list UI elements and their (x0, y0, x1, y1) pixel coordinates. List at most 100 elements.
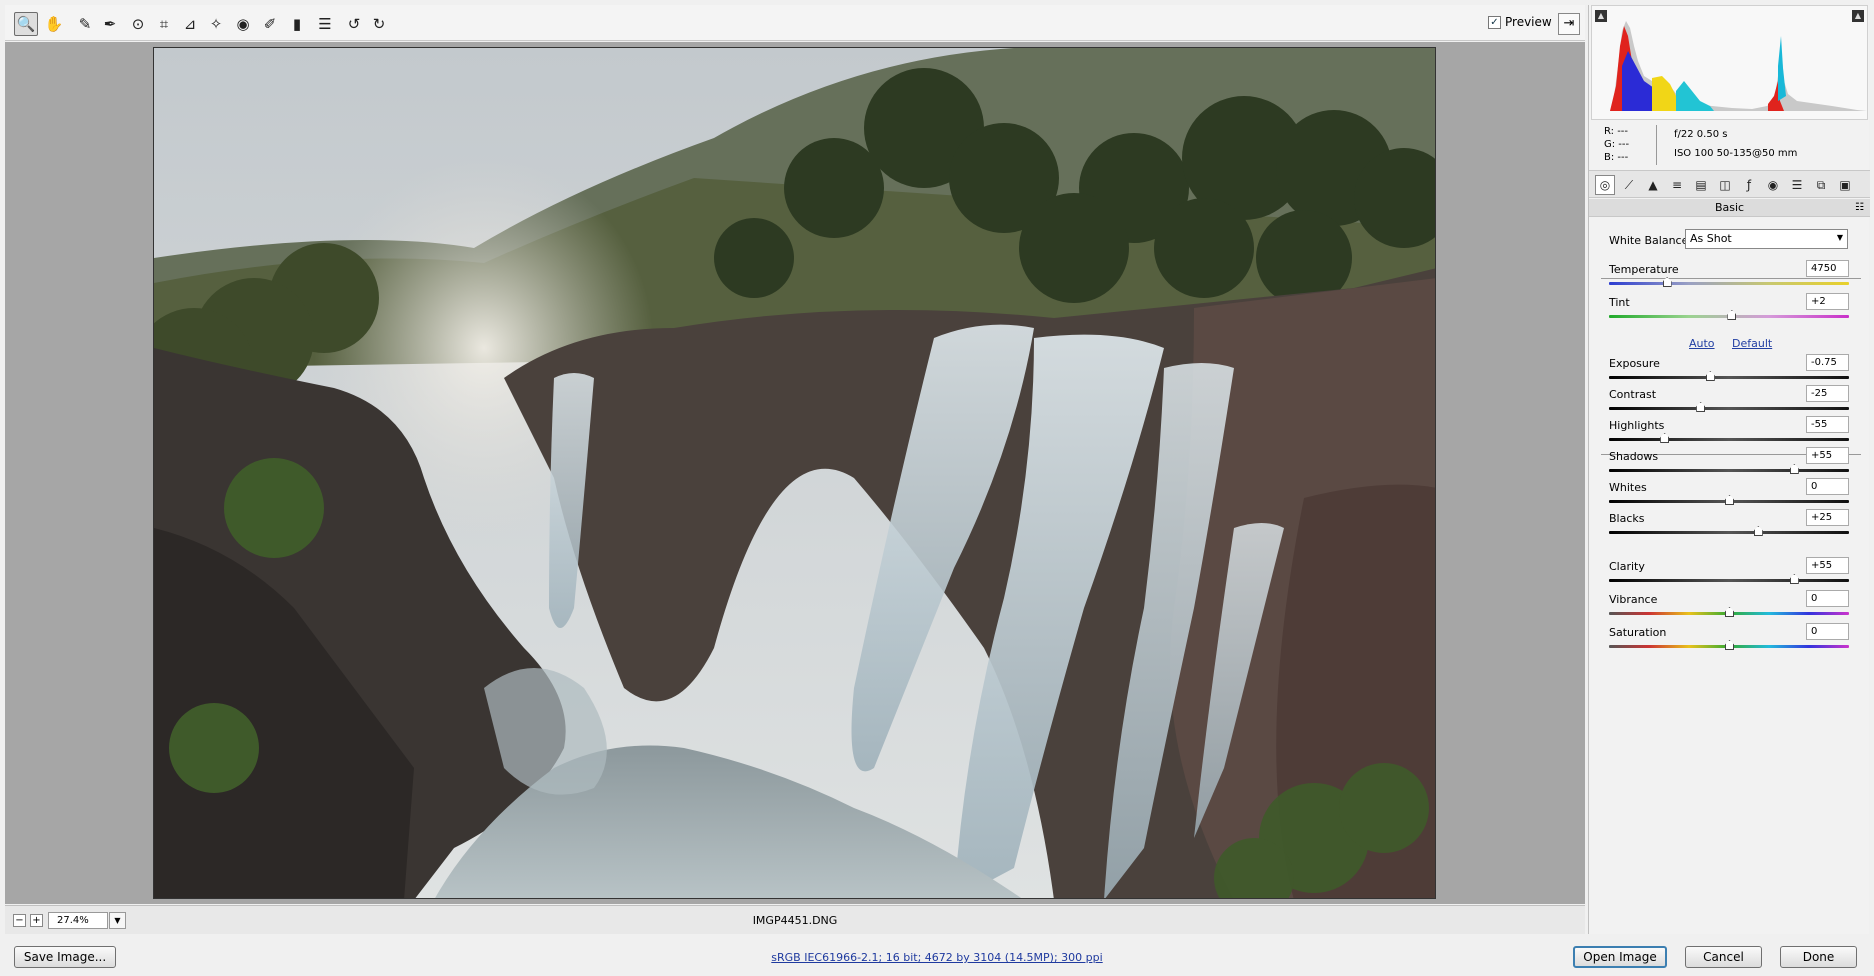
panel-menu-icon[interactable]: ☷ (1855, 199, 1864, 217)
effects-tab[interactable]: ƒ (1739, 175, 1759, 195)
presets-tab[interactable]: ☰ (1787, 175, 1807, 195)
contrast-value-field[interactable]: -25 (1806, 385, 1849, 402)
whites-thumb[interactable] (1725, 495, 1734, 505)
highlight-clipping-warning-icon[interactable]: ▲ (1852, 10, 1864, 22)
tint-thumb[interactable] (1727, 310, 1737, 320)
temperature-thumb[interactable] (1662, 277, 1672, 287)
vibrance-label: Vibrance (1609, 593, 1658, 606)
lens-corrections-tab[interactable]: ◫ (1715, 175, 1735, 195)
detail-tab[interactable]: ▲ (1643, 175, 1663, 195)
crop-tool[interactable]: ⌗ (152, 12, 176, 36)
open-image-button[interactable]: Open Image (1573, 946, 1667, 968)
blacks-slider[interactable]: Blacks +25 (1609, 509, 1849, 544)
image-canvas[interactable] (5, 42, 1585, 904)
basic-tab[interactable]: ◎ (1595, 175, 1615, 195)
white-balance-icon: ✎ (78, 15, 92, 33)
adjustment-brush-tool[interactable]: ✐ (258, 12, 282, 36)
done-button[interactable]: Done (1780, 946, 1857, 968)
clarity-value-field[interactable]: +55 (1806, 557, 1849, 574)
preview-toggle[interactable]: ✓ Preview (1488, 15, 1552, 29)
graduated-filter-icon: ▮ (292, 15, 302, 33)
highlights-track[interactable] (1609, 438, 1849, 441)
saturation-thumb[interactable] (1725, 640, 1734, 650)
section-title-label: Basic (1714, 201, 1745, 214)
color-sampler-icon: ✒ (103, 15, 117, 33)
panel-tabs: ◎ ⟋ ▲ ≡ ▤ ◫ ƒ ◉ ☰ ⧉ ▣ (1589, 170, 1870, 198)
default-link[interactable]: Default (1732, 337, 1772, 350)
hand-tool[interactable]: ✋ (42, 12, 66, 36)
adjustment-brush-icon: ✐ (263, 15, 277, 33)
rotate-right-icon: ↻ (372, 15, 386, 33)
readout-divider (1656, 125, 1657, 165)
shadow-clipping-warning-icon[interactable]: ▲ (1595, 10, 1607, 22)
zoom-icon: 🔍 (16, 15, 36, 33)
contrast-thumb[interactable] (1696, 402, 1706, 412)
temperature-value-field[interactable]: 4750 (1806, 260, 1849, 277)
white-balance-value: As Shot (1690, 232, 1732, 245)
tint-value-field[interactable]: +2 (1806, 293, 1849, 310)
rotate-right-tool[interactable]: ↻ (367, 12, 391, 36)
rotate-left-icon: ↺ (347, 15, 361, 33)
white-balance-tool[interactable]: ✎ (73, 12, 97, 36)
preferences-tool[interactable]: ☰ (313, 12, 337, 36)
red-readout: R: --- (1604, 126, 1629, 137)
straighten-icon: ⊿ (183, 15, 197, 33)
settings-tab[interactable]: ▣ (1835, 175, 1855, 195)
contrast-track[interactable] (1609, 407, 1849, 410)
snapshots-tab[interactable]: ⧉ (1811, 175, 1831, 195)
section-title: Basic ☷ (1589, 199, 1870, 217)
histogram: ▲ ▲ (1591, 5, 1868, 120)
vibrance-thumb[interactable] (1725, 607, 1734, 617)
temperature-slider[interactable]: Temperature 4750 (1609, 260, 1849, 295)
blacks-value-field[interactable]: +25 (1806, 509, 1849, 526)
fullscreen-mode-button[interactable]: ⇥ (1558, 13, 1580, 35)
exposure-value-field[interactable]: -0.75 (1806, 354, 1849, 371)
blacks-track[interactable] (1609, 531, 1849, 534)
split-toning-tab[interactable]: ▤ (1691, 175, 1711, 195)
saturation-slider[interactable]: Saturation 0 (1609, 623, 1849, 658)
exposure-thumb[interactable] (1705, 371, 1715, 381)
whites-value-field[interactable]: 0 (1806, 478, 1849, 495)
auto-link[interactable]: Auto (1689, 337, 1715, 350)
hsl-tab[interactable]: ≡ (1667, 175, 1687, 195)
cancel-button[interactable]: Cancel (1685, 946, 1762, 968)
preview-checkbox[interactable]: ✓ (1488, 15, 1501, 29)
exposure-track[interactable] (1609, 376, 1849, 379)
shadows-label: Shadows (1609, 450, 1659, 463)
targeted-adjustment-tool[interactable]: ⊙ (126, 12, 150, 36)
shadows-thumb[interactable] (1789, 464, 1799, 474)
rotate-left-tool[interactable]: ↺ (342, 12, 366, 36)
clarity-slider[interactable]: Clarity +55 (1609, 557, 1849, 592)
clarity-track[interactable] (1609, 579, 1849, 582)
blacks-thumb[interactable] (1753, 526, 1763, 536)
zoom-tool[interactable]: 🔍 (14, 12, 38, 36)
blue-readout: B: --- (1604, 152, 1629, 163)
spot-removal-icon: ✧ (209, 15, 223, 33)
camera-calibration-tab[interactable]: ◉ (1763, 175, 1783, 195)
tint-slider[interactable]: Tint +2 (1609, 293, 1849, 328)
blacks-label: Blacks (1609, 512, 1645, 525)
preview-image[interactable] (153, 47, 1436, 899)
vibrance-value-field[interactable]: 0 (1806, 590, 1849, 607)
shadows-track[interactable] (1609, 469, 1849, 472)
adjustments-panel: ▲ ▲ R: --- G: --- B: --- f/22 0.50 s ISO… (1588, 5, 1870, 934)
clarity-thumb[interactable] (1789, 574, 1799, 584)
highlights-thumb[interactable] (1660, 433, 1670, 443)
shadows-value-field[interactable]: +55 (1806, 447, 1849, 464)
status-bar: − + 27.4% ▼ IMGP4451.DNG (5, 905, 1585, 934)
tone-curve-tab[interactable]: ⟋ (1619, 175, 1639, 195)
graduated-filter-tool[interactable]: ▮ (285, 12, 309, 36)
temperature-track[interactable] (1609, 282, 1849, 285)
histogram-graph (1610, 21, 1867, 111)
straighten-tool[interactable]: ⊿ (178, 12, 202, 36)
targeted-adjustment-icon: ⊙ (131, 15, 145, 33)
saturation-value-field[interactable]: 0 (1806, 623, 1849, 640)
highlights-value-field[interactable]: -55 (1806, 416, 1849, 433)
contrast-label: Contrast (1609, 388, 1657, 401)
red-eye-tool[interactable]: ◉ (231, 12, 255, 36)
color-sampler-tool[interactable]: ✒ (98, 12, 122, 36)
white-balance-select[interactable]: As Shot ▼ (1685, 229, 1848, 249)
spot-removal-tool[interactable]: ✧ (204, 12, 228, 36)
bottom-bar: Save Image... sRGB IEC61966-2.1; 16 bit;… (0, 935, 1874, 976)
vibrance-slider[interactable]: Vibrance 0 (1609, 590, 1849, 625)
